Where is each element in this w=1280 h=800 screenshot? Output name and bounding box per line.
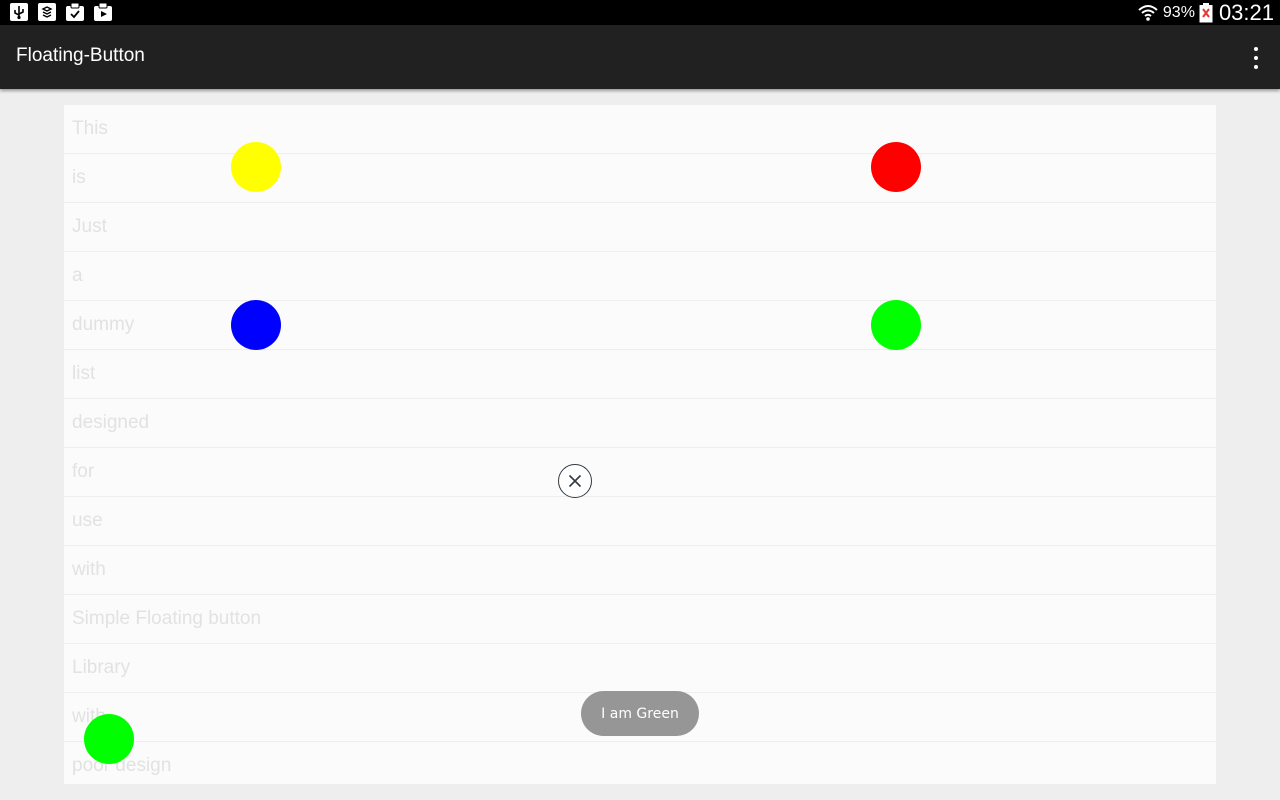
list-item[interactable]: Simple Floating button (64, 595, 1216, 644)
notification-icons (8, 2, 114, 22)
blue-floating-button[interactable] (231, 300, 281, 350)
green-floating-button-bottom[interactable] (84, 714, 134, 764)
clipboard-check-icon (64, 2, 86, 22)
yellow-floating-button[interactable] (231, 142, 281, 192)
more-vert-icon[interactable] (1244, 47, 1268, 69)
menu-dot (1254, 65, 1258, 69)
media-play-icon (92, 2, 114, 22)
system-status: 93% 03:21 (1137, 0, 1274, 25)
app-bar: Floating-Button (0, 25, 1280, 89)
toast-message: I am Green (581, 691, 699, 736)
status-bar: 93% 03:21 (0, 0, 1280, 25)
list-item[interactable]: designed (64, 399, 1216, 448)
list-item[interactable]: a (64, 252, 1216, 301)
close-floating-button[interactable] (558, 464, 592, 498)
app-title: Floating-Button (16, 45, 145, 66)
menu-dot (1254, 56, 1258, 60)
list-item[interactable]: list (64, 350, 1216, 399)
list-item[interactable]: for (64, 448, 1216, 497)
list-item[interactable]: Library (64, 644, 1216, 693)
battery-alert-icon (1199, 2, 1213, 23)
dummy-list[interactable]: This is Just a dummy list designed for u… (64, 105, 1216, 784)
app-notification-icon (36, 2, 58, 22)
wifi-icon (1137, 3, 1159, 23)
usb-icon (8, 2, 30, 22)
list-item[interactable]: This (64, 105, 1216, 154)
close-icon (568, 474, 582, 488)
clock: 03:21 (1218, 0, 1274, 25)
red-floating-button[interactable] (871, 142, 921, 192)
list-item[interactable]: poor design (64, 742, 1216, 784)
menu-dot (1254, 47, 1258, 51)
green-floating-button[interactable] (871, 300, 921, 350)
list-item[interactable]: Just (64, 203, 1216, 252)
battery-percent: 93% (1162, 3, 1195, 21)
list-item[interactable]: with (64, 546, 1216, 595)
list-item[interactable]: use (64, 497, 1216, 546)
